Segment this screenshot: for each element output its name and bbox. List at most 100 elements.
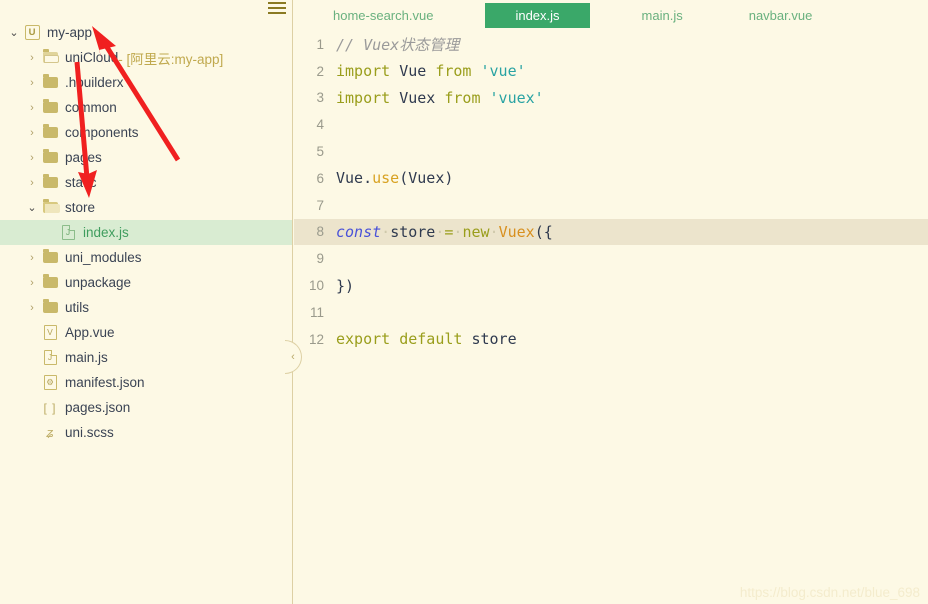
tree-item-pages[interactable]: › pages — [0, 145, 292, 170]
uniapp-logo-icon: U — [22, 25, 42, 41]
tree-item-label: main.js — [65, 350, 108, 365]
code-token: export — [336, 330, 391, 349]
code-line[interactable]: 1 // Vuex状态管理 — [294, 31, 928, 58]
tree-item-app-vue[interactable]: V App.vue — [0, 320, 292, 345]
editor-tab-home-search-vue[interactable]: home-search.vue — [319, 3, 447, 28]
tree-item-index-js[interactable]: Jindex.js — [0, 220, 292, 245]
tree-item-common[interactable]: › common — [0, 95, 292, 120]
tree-item-label: .hbuilderx — [65, 75, 124, 90]
tree-item-label: components — [65, 125, 139, 140]
code-line[interactable]: 4 — [294, 111, 928, 138]
json-brackets-icon: [ ] — [40, 400, 60, 416]
watermark-text: https://blog.csdn.net/blue_698 — [739, 585, 920, 600]
tree-item-store[interactable]: ⌄ store — [0, 195, 292, 220]
tree-item-label: my-app — [47, 25, 93, 40]
code-token: Vuex — [498, 222, 535, 241]
manifest-gear-icon-glyph: ⚙ — [43, 375, 57, 390]
code-text: const·store·=·new·Vuex({ — [336, 223, 928, 241]
tree-item-unicloud[interactable]: › uniCloud - [阿里云:my-app] — [0, 45, 292, 70]
code-token: from — [444, 88, 481, 107]
tree-item-label: pages.json — [65, 400, 131, 415]
code-token: store — [471, 330, 517, 349]
folder-icon — [40, 174, 60, 191]
line-number: 2 — [316, 63, 324, 79]
chevron-right-icon[interactable]: › — [24, 77, 40, 89]
tree-item-label: unpackage — [65, 275, 132, 290]
tree-item-label: App.vue — [65, 325, 115, 340]
editor-tab-index-js[interactable]: index.js — [485, 3, 590, 28]
code-token: // Vuex状态管理 — [336, 35, 460, 54]
tree-item-label: static — [65, 175, 97, 190]
tree-item-unpackage[interactable]: › unpackage — [0, 270, 292, 295]
tree-item--hbuilderx[interactable]: › .hbuilderx — [0, 70, 292, 95]
code-token: }) — [336, 276, 355, 295]
line-number: 3 — [316, 90, 324, 106]
chevron-right-icon[interactable]: › — [24, 52, 40, 64]
tree-item-label: store — [65, 200, 96, 215]
tree-item-manifest-json[interactable]: ⚙ manifest.json — [0, 370, 292, 395]
chevron-right-icon[interactable]: › — [24, 277, 40, 289]
vue-file-icon: V — [40, 325, 60, 341]
chevron-right-icon[interactable]: › — [24, 152, 40, 164]
code-line[interactable]: 8 const·store·=·new·Vuex({ — [294, 218, 928, 246]
chevron-right-icon[interactable]: › — [24, 102, 40, 114]
js-file-icon-glyph: J — [61, 225, 75, 240]
folder-open-light-icon — [40, 49, 60, 66]
uniapp-logo-glyph: U — [24, 25, 40, 40]
folder-icon — [40, 149, 60, 166]
code-token: const — [336, 222, 382, 241]
tree-item-uni-scss[interactable]: ʑ uni.scss — [0, 420, 292, 445]
tree-item-static[interactable]: › static — [0, 170, 292, 195]
code-text: Vue.use(Vuex) — [336, 169, 928, 187]
tree-item-utils[interactable]: › utils — [0, 295, 292, 320]
code-line[interactable]: 3 import Vuex from 'vuex' — [294, 85, 928, 112]
tree-item-my-app[interactable]: ⌄ Umy-app — [0, 20, 292, 45]
chevron-down-icon[interactable]: ⌄ — [6, 26, 22, 39]
editor-tabbar: home-search.vue index.js main.js navbar.vue — [294, 0, 928, 31]
sidebar-topbar — [0, 0, 292, 18]
line-number: 5 — [316, 144, 324, 160]
code-line[interactable]: 9 — [294, 245, 928, 272]
json-brackets-glyph: [ ] — [43, 400, 57, 415]
tree-item-uni-modules[interactable]: › uni_modules — [0, 245, 292, 270]
code-token: default — [399, 330, 463, 349]
hamburger-line — [268, 2, 286, 4]
code-line[interactable]: 6 Vue.use(Vuex) — [294, 165, 928, 192]
editor-tab-label: home-search.vue — [333, 8, 434, 23]
code-line[interactable]: 12 export default store — [294, 326, 928, 353]
chevron-right-icon[interactable]: › — [24, 177, 40, 189]
tree-item-components[interactable]: › components — [0, 120, 292, 145]
chevron-right-icon[interactable]: › — [24, 302, 40, 314]
hamburger-line — [268, 7, 286, 9]
editor-tab-main-js[interactable]: main.js — [628, 3, 697, 28]
code-line[interactable]: 11 — [294, 299, 928, 326]
code-line[interactable]: 7 — [294, 192, 928, 219]
folder-icon — [40, 124, 60, 141]
code-line[interactable]: 5 — [294, 138, 928, 165]
chevron-right-icon[interactable]: › — [24, 127, 40, 139]
code-token: Vuex — [399, 88, 436, 107]
code-text: }) — [336, 277, 928, 295]
chevron-down-icon[interactable]: ⌄ — [24, 201, 40, 214]
editor-tab-label: index.js — [515, 8, 560, 23]
hamburger-menu-icon[interactable] — [268, 1, 286, 15]
folder-icon — [40, 249, 60, 266]
tree-item-pages-json[interactable]: [ ] pages.json — [0, 395, 292, 420]
code-line[interactable]: 2 import Vue from 'vue' — [294, 58, 928, 85]
tree-item-label: uni.scss — [65, 425, 114, 440]
code-token: . — [363, 169, 373, 188]
line-number: 1 — [316, 36, 324, 52]
editor-tab-navbar-vue[interactable]: navbar.vue — [735, 3, 827, 28]
code-editor[interactable]: 1 // Vuex状态管理 2 import Vue from 'vue' 3 impor… — [294, 31, 928, 604]
tree-item-main-js[interactable]: Jmain.js — [0, 345, 292, 370]
folder-icon — [40, 74, 60, 91]
chevron-right-icon[interactable]: › — [24, 252, 40, 264]
code-line[interactable]: 10}) — [294, 272, 928, 299]
tree-item-sublabel: - [阿里云:my-app] — [118, 51, 224, 67]
